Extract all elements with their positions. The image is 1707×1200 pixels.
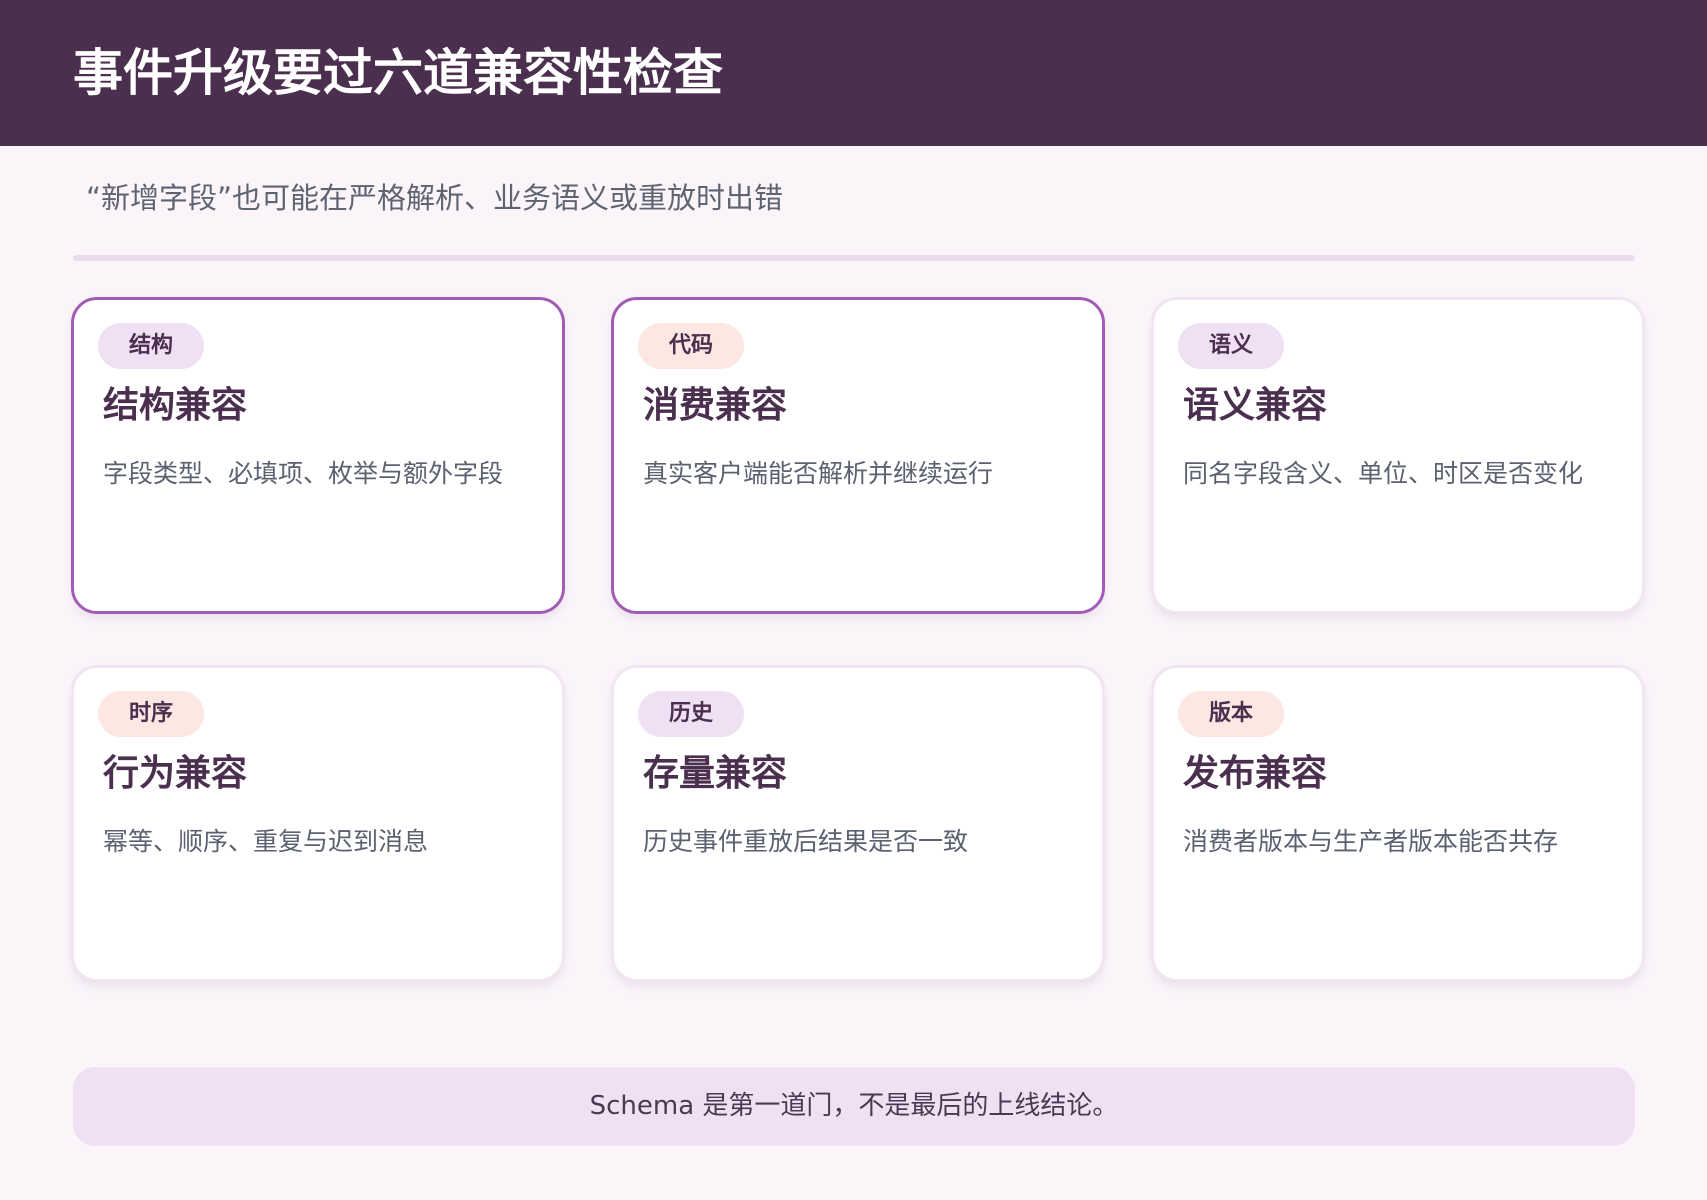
- card-consumer: 代码 消费兼容 真实客户端能否解析并继续运行: [611, 297, 1105, 614]
- card-title: 存量兼容: [643, 753, 788, 794]
- card-title: 行为兼容: [103, 753, 248, 794]
- card-tag: 时序: [98, 691, 204, 737]
- card-structure: 结构 结构兼容 字段类型、必填项、枚举与额外字段: [71, 297, 565, 614]
- card-tag: 历史: [638, 691, 744, 737]
- card-description: 字段类型、必填项、枚举与额外字段: [103, 459, 504, 488]
- page-title: 事件升级要过六道兼容性检查: [73, 44, 723, 102]
- card-title: 发布兼容: [1183, 753, 1328, 794]
- card-tag: 版本: [1178, 691, 1284, 737]
- card-description: 真实客户端能否解析并继续运行: [643, 459, 994, 488]
- card-tag: 结构: [98, 323, 204, 369]
- header-divider: [73, 255, 1635, 261]
- card-description: 幂等、顺序、重复与迟到消息: [103, 827, 429, 856]
- card-description: 历史事件重放后结果是否一致: [643, 827, 969, 856]
- page-header: 事件升级要过六道兼容性检查: [0, 0, 1707, 146]
- card-release: 版本 发布兼容 消费者版本与生产者版本能否共存: [1151, 665, 1645, 982]
- card-description: 同名字段含义、单位、时区是否变化: [1183, 459, 1584, 488]
- card-title: 消费兼容: [643, 385, 788, 426]
- card-behavior: 时序 行为兼容 幂等、顺序、重复与迟到消息: [71, 665, 565, 982]
- card-tag: 代码: [638, 323, 744, 369]
- card-tag: 语义: [1178, 323, 1284, 369]
- footer-text: Schema 是第一道门，不是最后的上线结论。: [589, 1091, 1119, 1121]
- card-title: 语义兼容: [1183, 385, 1328, 426]
- page-subtitle: “新增字段”也可能在严格解析、业务语义或重放时出错: [86, 181, 784, 215]
- card-title: 结构兼容: [103, 385, 248, 426]
- card-history: 历史 存量兼容 历史事件重放后结果是否一致: [611, 665, 1105, 982]
- card-description: 消费者版本与生产者版本能否共存: [1183, 827, 1559, 856]
- card-semantic: 语义 语义兼容 同名字段含义、单位、时区是否变化: [1151, 297, 1645, 614]
- footer-banner: Schema 是第一道门，不是最后的上线结论。: [73, 1067, 1635, 1146]
